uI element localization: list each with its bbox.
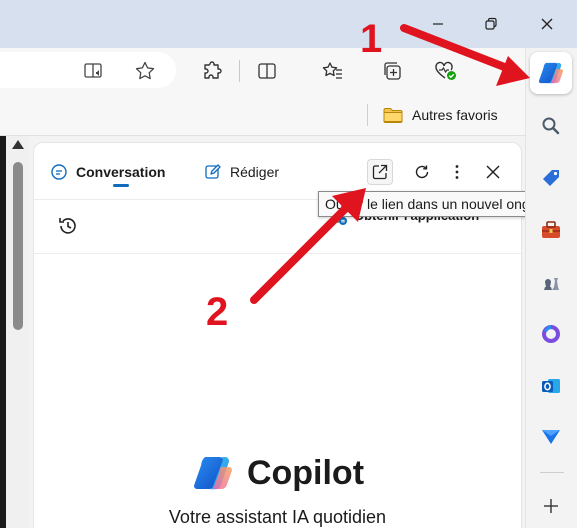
favorites-icon[interactable] [320,58,346,84]
open-in-new-tab-icon [372,164,388,180]
scrollbar[interactable] [6,136,30,528]
browser-essentials-icon[interactable] [433,58,459,84]
split-screen-icon[interactable] [254,58,280,84]
shopping-tag-icon[interactable] [539,166,563,190]
refresh-icon [415,165,429,179]
refresh-button[interactable] [409,159,435,185]
copilot-sidebar-button[interactable] [530,52,572,94]
restore-button[interactable] [471,8,511,40]
tab-compose[interactable]: Rédiger [204,161,279,183]
microsoft365-icon[interactable] [539,322,563,346]
scroll-up-arrow-icon[interactable] [12,140,24,149]
sidebar-divider [540,472,564,473]
open-in-new-tab-button[interactable] [367,159,393,185]
tab-compose-label: Rédiger [230,164,280,180]
minimize-icon [433,23,443,25]
tab-conversation[interactable]: Conversation [50,161,165,183]
send-icon[interactable] [539,424,563,448]
other-favorites-folder[interactable]: Autres favoris [382,104,498,126]
open-in-new-tab-tooltip: Ouvrir le lien dans un nouvel onglet [318,191,552,217]
copilot-brand: Copilot [34,453,521,493]
chat-icon [51,164,67,180]
extensions-icon[interactable] [200,58,226,84]
close-pane-button[interactable] [480,159,506,185]
minimize-button[interactable] [418,8,458,40]
outlook-icon[interactable] [539,374,563,398]
copilot-tagline: Votre assistant IA quotidien [168,507,387,527]
tab-conversation-label: Conversation [76,164,166,180]
copilot-icon [538,62,564,84]
folder-icon [383,108,403,123]
active-tab-indicator [113,184,129,187]
annotation-step-1: 1 [360,17,383,61]
toolbar-divider [239,60,240,82]
close-icon [541,18,553,30]
favorites-bar: Autres favoris [0,94,525,136]
annotation-step-2: 2 [206,290,229,334]
toolbox-icon[interactable] [539,218,563,242]
browser-toolbar [0,48,525,94]
copilot-logo-icon [193,456,232,490]
close-pane-icon [486,165,500,179]
restore-icon [485,17,497,30]
scrollbar-thumb[interactable] [13,162,23,330]
compose-icon [205,164,221,179]
reader-mode-icon[interactable] [81,58,107,84]
favorite-star-icon[interactable] [132,58,158,84]
close-window-button[interactable] [527,8,567,40]
collections-icon[interactable] [379,58,405,84]
title-bar [0,0,577,48]
pane-tabs: Conversation Rédiger [34,143,521,197]
edge-sidebar [525,48,577,528]
history-icon[interactable] [56,214,80,238]
chess-icon[interactable] [539,270,563,294]
search-icon[interactable] [539,114,563,138]
plus-icon[interactable] [539,494,563,518]
browser-window: Autres favoris Conversation Rédiger Copi… [0,0,577,528]
more-options-icon [455,165,459,179]
favorites-divider [367,104,368,126]
copilot-title: Copilot [246,453,365,492]
other-favorites-label: Autres favoris [412,107,498,123]
more-options-button[interactable] [444,159,470,185]
pane-subbar-divider [34,253,521,254]
